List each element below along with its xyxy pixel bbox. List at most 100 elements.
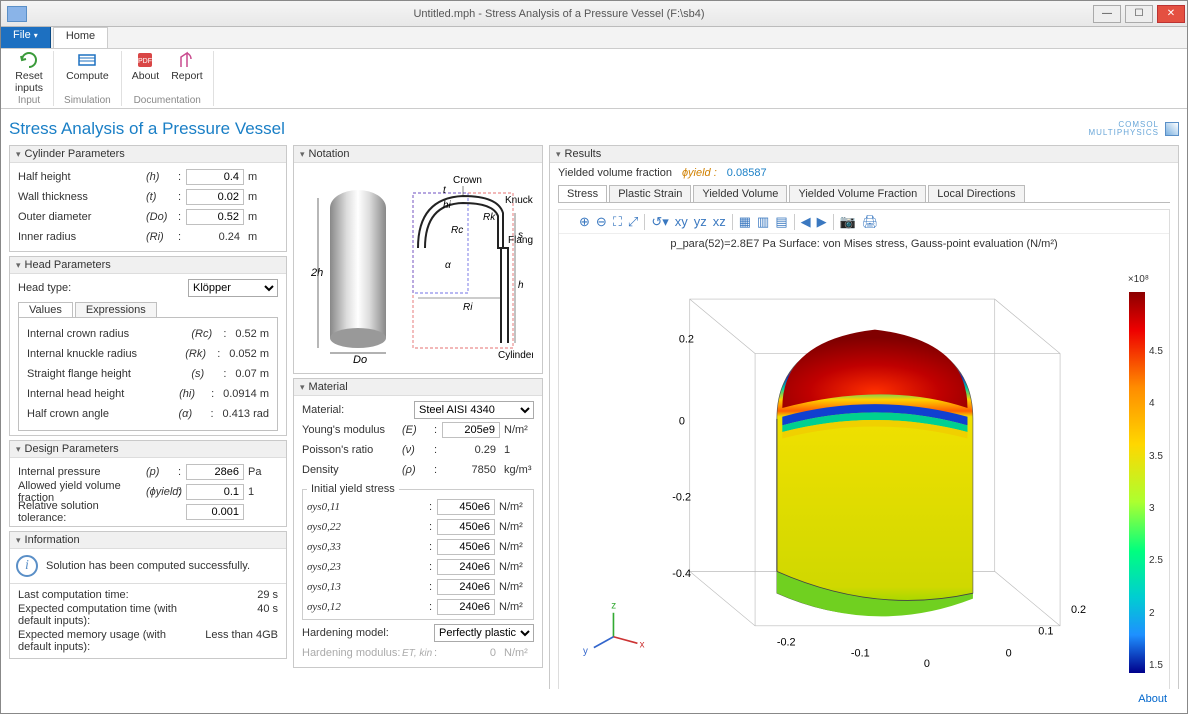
results-header[interactable]: Results: [550, 146, 1178, 163]
des-2-input[interactable]: [186, 504, 244, 520]
report-button[interactable]: Report: [171, 51, 203, 82]
head-type-select[interactable]: Klöpper: [188, 279, 278, 297]
svg-text:2h: 2h: [310, 267, 323, 279]
head-0-value: 0.52 m: [231, 328, 269, 340]
head-values-tab[interactable]: Values: [18, 302, 73, 317]
des-2-label: Relative solution tolerance:: [18, 500, 146, 524]
zoom-out-icon[interactable]: ⊖: [596, 214, 607, 230]
snapshot-icon[interactable]: 📷: [840, 214, 856, 230]
info-message: Solution has been computed successfully.: [46, 560, 250, 572]
legend-icon[interactable]: ▤: [775, 214, 787, 230]
rotate-icon[interactable]: ↺▾: [651, 214, 668, 230]
box-icon[interactable]: ▥: [757, 214, 769, 230]
cyl-0-input[interactable]: [186, 169, 244, 185]
notation-diagram: 2h Do Crown Knuckle Flange: [294, 163, 542, 373]
ribbon-group-simulation: Simulation: [64, 95, 111, 106]
des-0-input[interactable]: [186, 464, 244, 480]
iys-5-input[interactable]: [437, 599, 495, 615]
mat-2-label: Density: [302, 464, 402, 476]
file-menu[interactable]: File ▾: [1, 27, 51, 48]
head-params-header[interactable]: Head Parameters: [10, 257, 286, 274]
prev-icon[interactable]: ◀: [801, 214, 811, 230]
material-label: Material:: [302, 404, 414, 416]
results-tab-yielded volume fraction[interactable]: Yielded Volume Fraction: [789, 185, 926, 202]
head-1-label: Internal knuckle radius: [27, 348, 185, 360]
close-button[interactable]: ✕: [1157, 5, 1185, 23]
iys-1-label: σys0,22: [307, 521, 429, 533]
minimize-button[interactable]: —: [1093, 5, 1121, 23]
iys-3-input[interactable]: [437, 559, 495, 575]
compute-button[interactable]: Compute: [66, 51, 109, 82]
yvf-value: 0.08587: [727, 167, 767, 179]
plot-title: p_para(52)=2.8E7 Pa Surface: von Mises s…: [559, 234, 1169, 254]
next-icon[interactable]: ▶: [817, 214, 827, 230]
iys-4-label: σys0,13: [307, 581, 429, 593]
hardening-model-select[interactable]: Perfectly plastic: [434, 624, 534, 642]
hardening-modulus-label: Hardening modulus:: [302, 647, 402, 659]
cyl-1-input[interactable]: [186, 189, 244, 205]
notation-header[interactable]: Notation: [294, 146, 542, 163]
material-select[interactable]: Steel AISI 4340: [414, 401, 534, 419]
page-title: Stress Analysis of a Pressure Vessel COM…: [9, 117, 1179, 145]
comsol-logo-icon: [1165, 122, 1179, 136]
results-tab-local directions[interactable]: Local Directions: [928, 185, 1024, 202]
cyl-1-label: Wall thickness: [18, 191, 146, 203]
svg-text:Ri: Ri: [463, 302, 473, 313]
svg-text:h: h: [518, 280, 524, 291]
iys-3-label: σys0,23: [307, 561, 429, 573]
print-icon[interactable]: 🖨: [862, 214, 879, 230]
results-tab-yielded volume[interactable]: Yielded Volume: [693, 185, 787, 202]
hardening-model-label: Hardening model:: [302, 627, 434, 639]
head-1-value: 0.052 m: [225, 348, 269, 360]
xz-view-icon[interactable]: xz: [713, 214, 726, 229]
head-expressions-tab[interactable]: Expressions: [75, 302, 157, 317]
zoom-extents-icon[interactable]: ⤢: [628, 214, 638, 230]
hardening-modulus-value: 0: [442, 647, 500, 659]
yz-view-icon[interactable]: yz: [694, 214, 707, 229]
cyl-3-label: Inner radius: [18, 231, 146, 243]
iys-0-input[interactable]: [437, 499, 495, 515]
cylinder-params-header[interactable]: Cylinder Parameters: [10, 146, 286, 163]
grid-icon[interactable]: ▦: [739, 214, 751, 230]
ribbon: Reset inputs Input Compute Simulation PD…: [1, 49, 1187, 109]
iys-4-input[interactable]: [437, 579, 495, 595]
mat-1-label: Poisson's ratio: [302, 444, 402, 456]
information-header[interactable]: Information: [10, 532, 286, 549]
svg-text:-0.1: -0.1: [851, 647, 870, 659]
mat-0-input[interactable]: [442, 422, 500, 438]
svg-text:hi: hi: [443, 200, 452, 211]
iys-1-input[interactable]: [437, 519, 495, 535]
head-type-label: Head type:: [18, 282, 188, 294]
zoom-box-icon[interactable]: ⛶: [613, 214, 622, 230]
home-tab[interactable]: Home: [53, 27, 108, 48]
des-1-input[interactable]: [186, 484, 244, 500]
colorbar-gradient: [1129, 292, 1145, 673]
svg-text:0.2: 0.2: [1071, 604, 1086, 616]
results-tab-plastic strain[interactable]: Plastic Strain: [609, 185, 691, 202]
zoom-in-icon[interactable]: ⊕: [579, 214, 590, 230]
head-2-value: 0.07 m: [231, 368, 269, 380]
colorbar-exponent: ×10⁸: [1128, 274, 1149, 285]
maximize-button[interactable]: ☐: [1125, 5, 1153, 23]
results-tab-stress[interactable]: Stress: [558, 185, 607, 202]
cyl-2-label: Outer diameter: [18, 211, 146, 223]
svg-text:Cylinder: Cylinder: [498, 350, 533, 361]
iys-0-label: σys0,11: [307, 501, 429, 513]
about-button[interactable]: PDF About: [132, 51, 159, 82]
plot-3d[interactable]: 0.2 0 -0.2 -0.4 -0.2 -0.1 0 0 0.1 0.2: [559, 254, 1169, 689]
svg-text:0: 0: [679, 415, 685, 427]
material-header[interactable]: Material: [294, 379, 542, 396]
titlebar: Untitled.mph - Stress Analysis of a Pres…: [1, 1, 1187, 27]
svg-text:0.1: 0.1: [1038, 626, 1053, 638]
cyl-2-input[interactable]: [186, 209, 244, 225]
iys-2-input[interactable]: [437, 539, 495, 555]
svg-text:-0.2: -0.2: [672, 492, 691, 504]
svg-text:Rc: Rc: [451, 225, 463, 236]
xy-view-icon[interactable]: xy: [675, 214, 688, 229]
reset-inputs-button[interactable]: Reset inputs: [15, 51, 43, 94]
svg-text:Crown: Crown: [453, 175, 482, 186]
about-link[interactable]: About: [1138, 693, 1167, 705]
cyl-3-value: 0.24: [186, 231, 244, 243]
mat-0-label: Young's modulus: [302, 424, 402, 436]
design-params-header[interactable]: Design Parameters: [10, 441, 286, 458]
